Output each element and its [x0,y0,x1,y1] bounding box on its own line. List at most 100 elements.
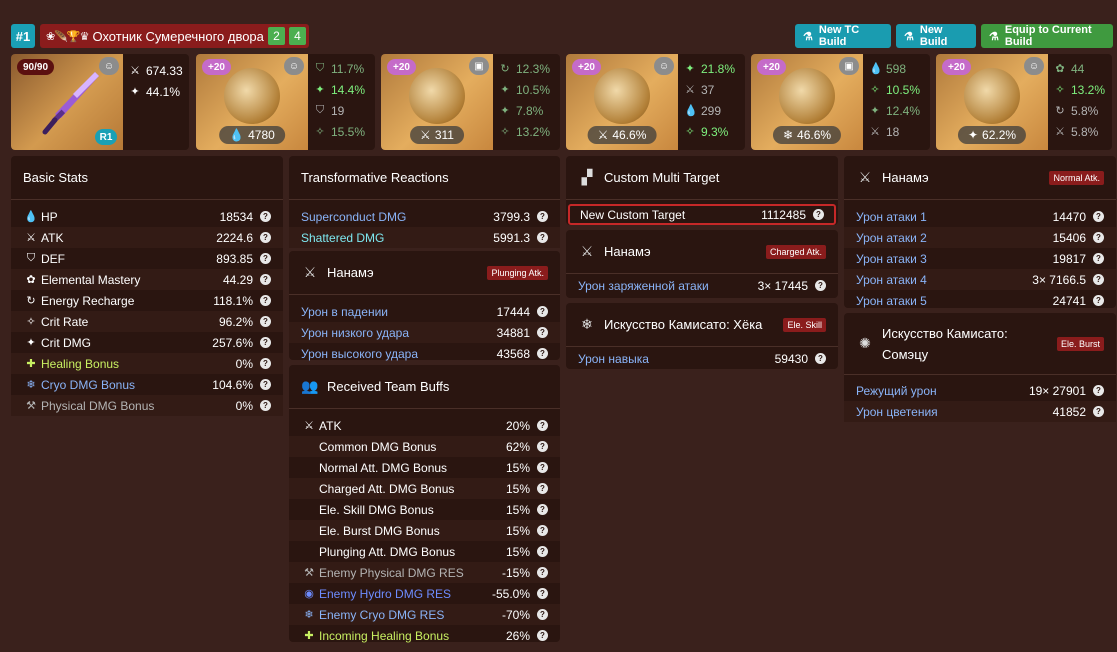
artifact-level-badge: +20 [572,59,601,75]
help-icon[interactable]: ? [1093,406,1104,417]
help-icon[interactable]: ? [260,316,271,327]
help-icon[interactable]: ? [815,353,826,364]
buff-row[interactable]: Common DMG Bonus 62%? [289,436,560,457]
substat: ✧ 10.5% [869,81,920,98]
substat: ⚔ 18 [869,123,920,140]
buff-row[interactable]: Plunging Att. DMG Bonus 15%? [289,541,560,562]
help-icon[interactable]: ? [537,630,548,641]
help-icon[interactable]: ? [260,379,271,390]
help-icon[interactable]: ? [260,211,271,222]
row-value: -55.0% [491,586,530,601]
new-build-button[interactable]: ⚗ New Build [896,24,976,48]
artifact-card[interactable]: +20 ☺ ✦ 62.2% ✿ 44 ✧ 13.2% ↻ 5.8% ⚔ 5.8% [936,54,1112,150]
atk-icon: ⚔ [420,128,431,142]
buff-row[interactable]: ❄ Enemy Cryo DMG RES -70%? [289,604,560,625]
help-icon[interactable]: ? [260,337,271,348]
help-icon[interactable]: ? [260,400,271,411]
substat-value: 299 [701,103,722,118]
help-icon[interactable]: ? [537,525,548,536]
help-icon[interactable]: ? [537,546,548,557]
help-icon[interactable]: ? [1093,253,1104,264]
talent-name-line2: Сомэцу [882,346,929,362]
help-icon[interactable]: ? [537,211,548,222]
damage-row[interactable]: Урон низкого удара 34881? [289,322,560,343]
help-icon[interactable]: ? [260,295,271,306]
stat-row[interactable]: 💧 HP 18534? [11,206,283,227]
help-icon[interactable]: ? [815,280,826,291]
damage-row[interactable]: Урон высокого удара 43568? [289,343,560,364]
help-icon[interactable]: ? [1093,274,1104,285]
help-icon[interactable]: ? [1093,385,1104,396]
damage-row[interactable]: Урон в падении 17444? [289,301,560,322]
help-icon[interactable]: ? [537,567,548,578]
crit-dmg-icon: ✦ [500,105,510,117]
help-icon[interactable]: ? [537,232,548,243]
help-icon[interactable]: ? [537,327,548,338]
reaction-row[interactable]: Superconduct DMG 3799.3? [289,206,560,227]
artifact-card[interactable]: +20 ☺ 💧 4780 ⛉ 11.7% ✦ 14.4% ⛉ 19 ✧ 15.5% [196,54,375,150]
substat: ✦ 21.8% [684,60,735,77]
stat-row[interactable]: ↻ Energy Recharge 118.1%? [11,290,283,311]
substat-value: 44 [1071,61,1085,76]
help-icon[interactable]: ? [537,306,548,317]
help-icon[interactable]: ? [1093,295,1104,306]
panel-title: Basic Stats [11,156,283,200]
equip-to-build-button[interactable]: ⚗ Equip to Current Build [981,24,1113,48]
stat-row[interactable]: ✚ Healing Bonus 0%? [11,353,283,374]
custom-target-row[interactable]: New Custom Target 1112485 ? [568,204,836,225]
stat-row[interactable]: ✦ Crit DMG 257.6%? [11,332,283,353]
artifact-main-stat: ⚔ 46.6% [587,126,657,144]
damage-row[interactable]: Урон атаки 2 15406? [844,227,1116,248]
help-icon[interactable]: ? [260,274,271,285]
stat-row[interactable]: ❄ Cryo DMG Bonus 104.6%? [11,374,283,395]
help-icon[interactable]: ? [537,609,548,620]
help-icon[interactable]: ? [260,358,271,369]
weapon-card[interactable]: 90/90 ☺ R1 ⚔ 674.33 ✦ 44.1% [11,54,189,150]
panel-title: ✺ Искусство Камисато: Сомэцу Ele. Burst [844,313,1116,375]
help-icon[interactable]: ? [537,504,548,515]
damage-row[interactable]: Урон атаки 3 19817? [844,248,1116,269]
help-icon[interactable]: ? [537,588,548,599]
buff-row[interactable]: Normal Att. DMG Bonus 15%? [289,457,560,478]
damage-row[interactable]: Урон атаки 1 14470? [844,206,1116,227]
help-icon[interactable]: ? [1093,232,1104,243]
reaction-row[interactable]: Shattered DMG 5991.3? [289,227,560,248]
damage-row[interactable]: Урон атаки 5 24741? [844,290,1116,311]
damage-row[interactable]: Урон навыка 59430 ? [566,348,838,369]
new-tc-build-button[interactable]: ⚗ New TC Build [795,24,891,48]
damage-row[interactable]: Урон атаки 4 3× 7166.5? [844,269,1116,290]
stat-row[interactable]: ✿ Elemental Mastery 44.29? [11,269,283,290]
buff-row[interactable]: ⚔ ATK 20%? [289,415,560,436]
row-label: Урон атаки 3 [856,251,927,266]
buff-row[interactable]: Ele. Burst DMG Bonus 15%? [289,520,560,541]
damage-row[interactable]: Урон цветения 41852? [844,401,1116,422]
row-label: New Custom Target [580,207,686,222]
buff-row[interactable]: ⚒ Enemy Physical DMG RES -15%? [289,562,560,583]
crit-rate-icon: ✧ [685,126,695,138]
help-icon[interactable]: ? [537,420,548,431]
help-icon[interactable]: ? [537,348,548,359]
help-icon[interactable]: ? [813,209,824,220]
stat-row[interactable]: ✧ Crit Rate 96.2%? [11,311,283,332]
help-icon[interactable]: ? [260,253,271,264]
buff-row[interactable]: ◉ Enemy Hydro DMG RES -55.0%? [289,583,560,604]
stat-row[interactable]: ⚔ ATK 2224.6? [11,227,283,248]
stat-row[interactable]: ⛉ DEF 893.85? [11,248,283,269]
buff-row[interactable]: Ele. Skill DMG Bonus 15%? [289,499,560,520]
row-label: Ele. Skill DMG Bonus [319,502,434,517]
substat-value: 21.8% [701,61,736,76]
artifact-card[interactable]: +20 ▣ ❄ 46.6% 💧 598 ✧ 10.5% ✦ 12.4% ⚔ 18 [751,54,930,150]
help-icon[interactable]: ? [1093,211,1104,222]
help-icon[interactable]: ? [537,462,548,473]
stat-row[interactable]: ⚒ Physical DMG Bonus 0%? [11,395,283,416]
buff-row[interactable]: ✚ Incoming Healing Bonus 26%? [289,625,560,646]
artifact-card[interactable]: +20 ▣ ⚔ 311 ↻ 12.3% ✦ 10.5% ✦ 7.8% ✧ 13.2% [381,54,560,150]
help-icon[interactable]: ? [260,232,271,243]
artifact-card[interactable]: +20 ☺ ⚔ 46.6% ✦ 21.8% ⚔ 37 💧 299 ✧ 9.3% [566,54,745,150]
help-icon[interactable]: ? [537,441,548,452]
artifact-set-chip[interactable]: ❀🪶🏆♛ Охотник Сумеречного двора 2 4 [40,24,309,48]
damage-row[interactable]: Режущий урон 19× 27901? [844,380,1116,401]
help-icon[interactable]: ? [537,483,548,494]
buff-row[interactable]: Charged Att. DMG Bonus 15%? [289,478,560,499]
damage-row[interactable]: Урон заряженной атаки 3× 17445 ? [566,275,838,296]
